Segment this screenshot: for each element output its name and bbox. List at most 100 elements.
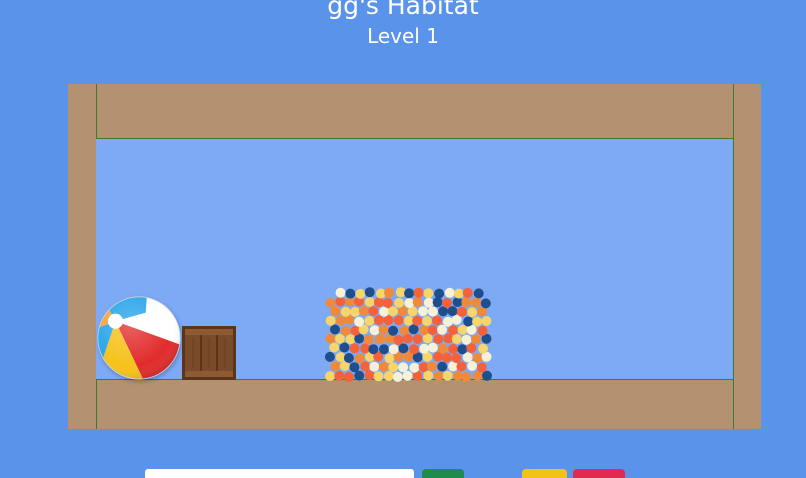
pit-ball	[412, 297, 423, 307]
red-action-button[interactable]	[573, 469, 625, 478]
pit-ball	[340, 325, 351, 336]
pit-ball	[378, 324, 389, 335]
pit-ball	[383, 371, 394, 381]
pit-ball	[349, 343, 360, 354]
pit-ball	[412, 334, 423, 344]
pit-ball	[393, 335, 404, 345]
pit-ball	[472, 352, 483, 363]
ball-pit-icon[interactable]	[320, 276, 500, 382]
pit-ball	[363, 334, 374, 345]
pit-ball	[422, 316, 432, 326]
pit-ball	[368, 344, 379, 355]
pit-ball	[329, 342, 340, 353]
pit-ball	[343, 353, 354, 363]
crate-icon[interactable]	[182, 326, 236, 380]
pit-ball	[409, 344, 419, 355]
pit-ball	[408, 324, 419, 335]
pit-ball	[427, 325, 438, 336]
pit-ball	[335, 315, 346, 326]
pit-ball	[432, 297, 443, 308]
pit-ball	[419, 343, 430, 354]
pit-ball	[433, 370, 444, 381]
pit-ball	[466, 343, 477, 354]
pit-ball	[461, 297, 472, 308]
pit-ball	[467, 307, 478, 318]
pit-ball	[335, 287, 346, 298]
pit-ball	[448, 325, 459, 336]
pit-ball	[451, 353, 462, 364]
pit-ball	[432, 315, 442, 326]
pit-ball	[364, 370, 375, 381]
pit-ball	[437, 361, 448, 372]
pit-ball	[442, 370, 453, 381]
pit-ball	[364, 315, 375, 326]
pit-ball	[364, 297, 375, 307]
pit-ball	[441, 352, 452, 363]
pit-ball	[334, 370, 345, 381]
pit-ball	[349, 362, 360, 373]
pit-ball	[384, 287, 394, 298]
pit-ball	[441, 298, 452, 308]
pit-ball	[452, 297, 463, 308]
pit-ball	[451, 334, 462, 344]
pit-ball	[325, 297, 336, 308]
pit-ball	[343, 371, 354, 382]
pit-ball	[473, 288, 484, 299]
pit-ball	[345, 288, 356, 299]
pit-ball	[388, 325, 399, 336]
pit-ball	[423, 288, 434, 299]
pit-ball	[392, 371, 403, 382]
pit-ball	[393, 315, 404, 326]
pit-ball	[413, 287, 424, 298]
pit-ball	[382, 298, 393, 308]
name-input[interactable]	[145, 469, 414, 478]
beach-ball-icon[interactable]	[97, 296, 181, 380]
pit-ball	[369, 361, 380, 372]
pit-ball	[330, 306, 341, 317]
pit-ball	[358, 305, 369, 316]
pit-ball	[437, 343, 448, 354]
pit-ball	[364, 287, 375, 298]
pit-ball	[388, 362, 399, 373]
pit-ball	[452, 370, 463, 381]
pit-ball	[360, 361, 371, 372]
pit-ball	[437, 324, 447, 335]
pit-ball	[478, 343, 488, 354]
pit-ball	[412, 315, 423, 326]
pit-ball	[457, 324, 468, 335]
pit-ball	[335, 296, 346, 307]
pit-ball	[325, 315, 336, 326]
pit-ball	[394, 297, 404, 308]
pit-ball	[423, 297, 434, 308]
pit-ball	[354, 316, 365, 327]
pit-ball	[354, 353, 365, 364]
pit-ball	[373, 371, 384, 382]
pit-ball	[404, 298, 415, 308]
pit-ball	[379, 306, 390, 317]
yellow-action-button[interactable]	[522, 469, 567, 478]
right-wall-line	[733, 84, 734, 429]
pit-ball	[457, 344, 468, 355]
pit-ball	[325, 333, 336, 344]
pit-ball	[398, 362, 409, 373]
pit-ball	[480, 298, 491, 309]
pit-ball	[378, 361, 389, 372]
pit-ball	[373, 315, 384, 326]
pit-ball	[339, 342, 350, 353]
level-label: Level 1	[367, 24, 439, 48]
pit-ball	[374, 334, 385, 345]
pit-ball	[427, 306, 438, 317]
pit-ball	[340, 306, 351, 317]
pit-ball	[324, 351, 335, 362]
habitat-title: gg's Habitat	[327, 0, 479, 20]
pit-ball	[461, 371, 472, 382]
pit-ball	[399, 325, 410, 336]
pit-ball	[388, 344, 399, 355]
green-action-button[interactable]	[422, 469, 464, 478]
pit-ball	[388, 306, 398, 317]
pit-ball	[444, 287, 455, 298]
pit-ball	[456, 361, 467, 372]
pit-ball	[384, 353, 395, 364]
pit-ball	[481, 316, 492, 326]
pit-ball	[447, 306, 458, 317]
